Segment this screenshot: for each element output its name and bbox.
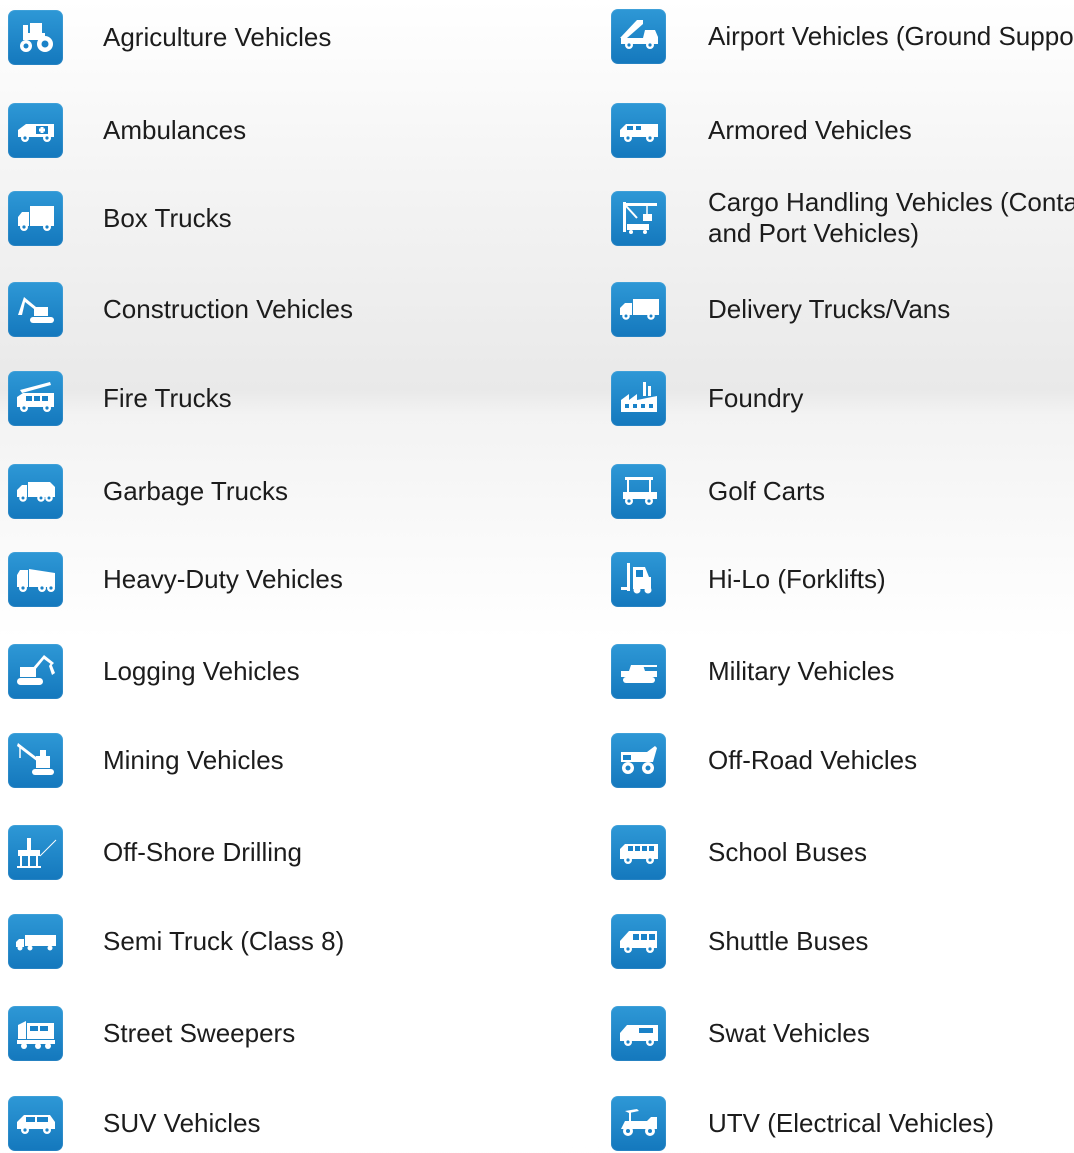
item-label: SUV Vehicles: [103, 1107, 261, 1138]
list-item-foundry[interactable]: Foundry: [611, 368, 1074, 428]
item-label: Armored Vehicles: [708, 114, 912, 145]
port-crane-icon: [611, 190, 666, 246]
item-label: Garbage Trucks: [103, 475, 288, 506]
utv-icon: [611, 1095, 666, 1151]
dump-truck-icon: [611, 732, 666, 788]
suv-icon: [8, 1095, 63, 1151]
item-label: Mining Vehicles: [103, 744, 284, 775]
list-item-semi-truck[interactable]: Semi Truck (Class 8): [0, 911, 573, 971]
fire-truck-icon: [8, 370, 63, 426]
list-item-hi-lo-forklifts[interactable]: Hi-Lo (Forklifts): [611, 549, 1074, 609]
street-sweeper-icon: [8, 1005, 63, 1061]
item-label: Hi-Lo (Forklifts): [708, 563, 886, 594]
item-label: Logging Vehicles: [103, 655, 300, 686]
list-item-agriculture-vehicles[interactable]: Agriculture Vehicles: [0, 7, 573, 67]
item-label: Swat Vehicles: [708, 1017, 870, 1048]
mining-crane-icon: [8, 732, 63, 788]
factory-icon: [611, 370, 666, 426]
list-item-heavy-duty-vehicles[interactable]: Heavy-Duty Vehicles: [0, 549, 573, 609]
item-label: Heavy-Duty Vehicles: [103, 563, 343, 594]
list-item-cargo-handling-vehicles[interactable]: Cargo Handling Vehicles (Container and P…: [611, 187, 1074, 248]
list-item-garbage-trucks[interactable]: Garbage Trucks: [0, 461, 573, 521]
list-item-street-sweepers[interactable]: Street Sweepers: [0, 1003, 573, 1063]
item-label: Construction Vehicles: [103, 293, 354, 324]
item-label: Delivery Trucks/Vans: [708, 293, 951, 324]
list-item-delivery-trucks-vans[interactable]: Delivery Trucks/Vans: [611, 279, 1074, 339]
item-label: Street Sweepers: [103, 1017, 296, 1048]
item-label: Semi Truck (Class 8): [103, 925, 345, 956]
ambulance-icon: [8, 102, 63, 158]
list-item-utv[interactable]: UTV (Electrical Vehicles): [611, 1093, 1074, 1153]
logging-vehicle-icon: [8, 643, 63, 699]
list-item-mining-vehicles[interactable]: Mining Vehicles: [0, 730, 573, 790]
item-label: Agriculture Vehicles: [103, 21, 332, 52]
oil-rig-icon: [8, 824, 63, 880]
box-truck-icon: [8, 190, 63, 246]
tractor-icon: [8, 9, 63, 65]
item-label: Off-Road Vehicles: [708, 744, 918, 775]
garbage-truck-icon: [8, 463, 63, 519]
item-label: Off-Shore Drilling: [103, 836, 302, 867]
list-item-construction-vehicles[interactable]: Construction Vehicles: [0, 279, 573, 339]
forklift-icon: [611, 551, 666, 607]
semi-truck-icon: [8, 913, 63, 969]
delivery-truck-icon: [611, 281, 666, 337]
item-label: UTV (Electrical Vehicles): [708, 1107, 995, 1138]
item-label: Airport Vehicles (Ground Support): [708, 20, 1074, 51]
item-label: Shuttle Buses: [708, 925, 869, 956]
item-label: Golf Carts: [708, 475, 826, 506]
list-item-ambulances[interactable]: Ambulances: [0, 100, 573, 160]
item-label: Fire Trucks: [103, 382, 232, 413]
airport-stairs-truck-icon: [611, 8, 666, 64]
school-bus-icon: [611, 824, 666, 880]
swat-van-icon: [611, 1005, 666, 1061]
item-label: Cargo Handling Vehicles (Container and P…: [708, 187, 1074, 248]
list-item-military-vehicles[interactable]: Military Vehicles: [611, 641, 1074, 701]
list-item-fire-trucks[interactable]: Fire Trucks: [0, 368, 573, 428]
list-item-shuttle-buses[interactable]: Shuttle Buses: [611, 911, 1074, 971]
list-item-box-trucks[interactable]: Box Trucks: [0, 188, 573, 248]
shuttle-bus-icon: [611, 913, 666, 969]
list-item-swat-vehicles[interactable]: Swat Vehicles: [611, 1003, 1074, 1063]
item-label: Military Vehicles: [708, 655, 895, 686]
item-label: Box Trucks: [103, 202, 232, 233]
list-item-off-shore-drilling[interactable]: Off-Shore Drilling: [0, 822, 573, 882]
list-item-logging-vehicles[interactable]: Logging Vehicles: [0, 641, 573, 701]
golf-cart-icon: [611, 463, 666, 519]
tank-icon: [611, 643, 666, 699]
list-item-school-buses[interactable]: School Buses: [611, 822, 1074, 882]
item-label: Foundry: [708, 382, 804, 413]
list-item-golf-carts[interactable]: Golf Carts: [611, 461, 1074, 521]
armored-van-icon: [611, 102, 666, 158]
excavator-icon: [8, 281, 63, 337]
item-label: School Buses: [708, 836, 867, 867]
list-item-airport-vehicles[interactable]: Airport Vehicles (Ground Support): [611, 6, 1074, 66]
list-item-off-road-vehicles[interactable]: Off-Road Vehicles: [611, 730, 1074, 790]
heavy-truck-icon: [8, 551, 63, 607]
list-item-suv-vehicles[interactable]: SUV Vehicles: [0, 1093, 573, 1153]
list-item-armored-vehicles[interactable]: Armored Vehicles: [611, 100, 1074, 160]
item-label: Ambulances: [103, 114, 247, 145]
